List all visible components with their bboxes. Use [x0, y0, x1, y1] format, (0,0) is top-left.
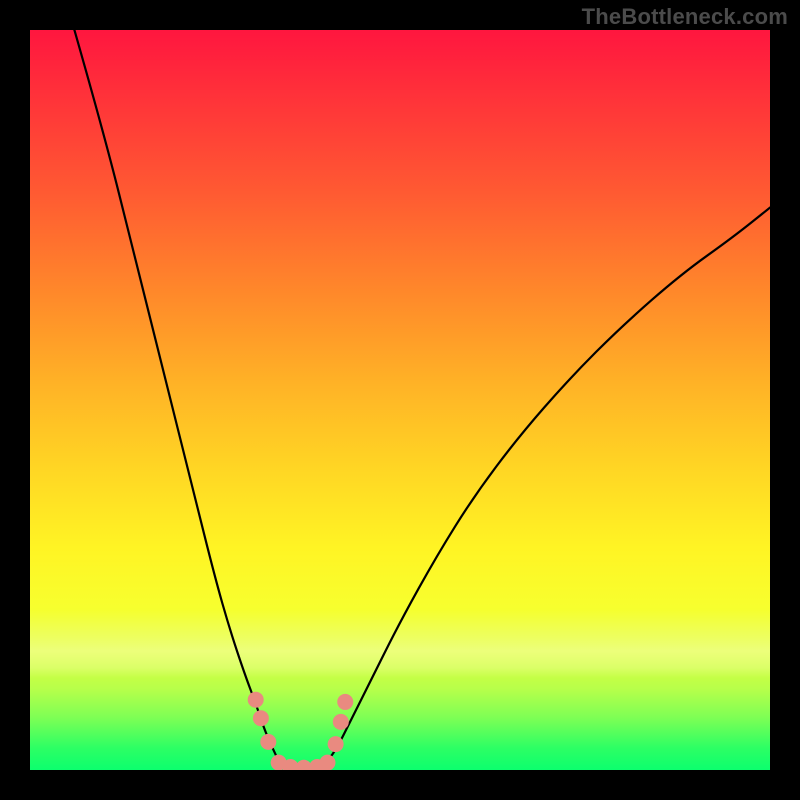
outer-black-frame: TheBottleneck.com — [0, 0, 800, 800]
watermark-text: TheBottleneck.com — [582, 4, 788, 30]
marker-dot — [333, 714, 349, 730]
plot-area — [30, 30, 770, 770]
marker-dot — [319, 755, 335, 770]
marker-dot — [248, 692, 264, 708]
chart-svg — [30, 30, 770, 770]
marker-dot — [337, 694, 353, 710]
curve-path-group — [74, 30, 770, 768]
bottleneck-curve — [74, 30, 770, 768]
marker-dot — [328, 736, 344, 752]
marker-dot — [253, 710, 269, 726]
marker-dots-group — [248, 692, 354, 770]
marker-dot — [260, 734, 276, 750]
